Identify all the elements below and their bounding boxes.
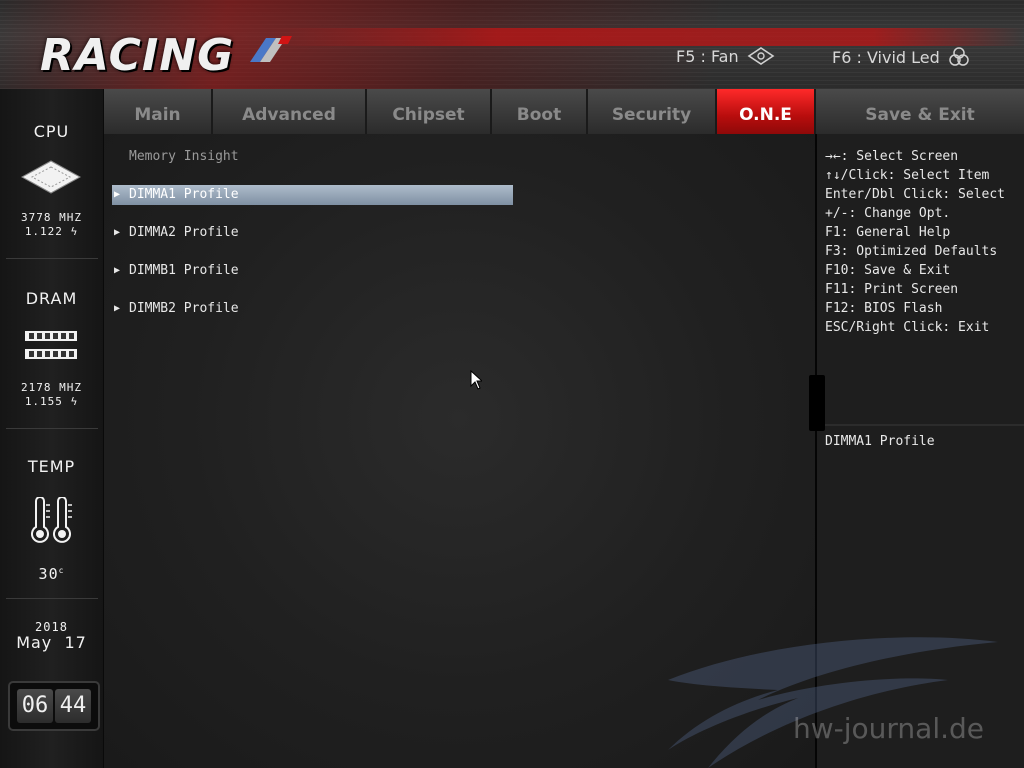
menu-item-dimmb2-profile[interactable]: ▶ DIMMB2 Profile [112,299,513,319]
dram-module-icon [25,331,77,359]
thermometer-icon [31,497,72,543]
tab-boot[interactable]: Boot [492,89,588,134]
dram-voltage: 1.155 ϟ [24,395,79,408]
header-red-bar [270,28,1024,46]
help-line-change-opt: +/-: Change Opt. [825,206,951,221]
cpu-chip-icon [20,160,82,194]
digital-clock: 06 44 [8,681,100,731]
dram-title: DRAM [25,289,78,308]
fan-icon [747,47,775,65]
menu-item-label: DIMMA2 Profile [129,225,239,240]
watermark-swoosh-logo [668,637,998,768]
help-line-exit: ESC/Right Click: Exit [825,320,990,335]
tab-save-exit[interactable]: Save & Exit [816,89,1024,134]
submenu-arrow-icon: ▶ [114,227,121,238]
racing-logo: RACING [40,30,235,81]
help-line-general-help: F1: General Help [825,225,951,240]
menu-item-dimma1-profile[interactable]: ▶ DIMMA1 Profile [112,185,513,205]
dram-frequency: 2178 MHZ [21,381,82,394]
f6-vivid-led-label: F6 : Vivid Led [832,47,940,67]
watermark-text: hw-journal.de [793,712,985,745]
clock-minutes: 44 [55,689,91,723]
lightning-icon: ϟ [70,395,79,408]
help-line-select: Enter/Dbl Click: Select [825,187,1006,202]
mouse-pointer-icon [470,370,482,390]
lightning-icon: ϟ [70,225,79,238]
tab-security[interactable]: Security [588,89,717,134]
temperature-value: 30c [38,565,65,583]
menu-item-dimma2-profile[interactable]: ▶ DIMMA2 Profile [112,223,513,243]
cpu-frequency: 3778 MHZ [21,211,82,224]
racing-x-badge-icon [250,36,292,62]
item-description: DIMMA1 Profile [825,434,935,449]
date-month-day: May 17 [16,633,87,652]
section-title: Memory Insight [129,149,239,164]
clock-hours: 06 [17,689,53,723]
menu-item-dimmb1-profile[interactable]: ▶ DIMMB1 Profile [112,261,513,281]
submenu-arrow-icon: ▶ [114,265,121,276]
panel-scroll-handle[interactable] [809,375,825,431]
menu-item-label: DIMMB1 Profile [129,263,239,278]
f5-fan-button[interactable]: F5 : Fan [676,46,775,66]
f5-fan-label: F5 : Fan [676,46,739,66]
tab-one[interactable]: O.N.E [717,89,816,134]
help-line-print-screen: F11: Print Screen [825,282,959,297]
sidebar-divider [6,598,98,599]
help-line-select-screen: →←: Select Screen [825,149,959,164]
help-line-optimized-defaults: F3: Optimized Defaults [825,244,998,259]
help-line-save-exit: F10: Save & Exit [825,263,951,278]
sidebar-divider [6,258,98,259]
system-status-sidebar: CPU 3778 MHZ 1.122 ϟ DRAM 2178 MHZ 1.155… [0,89,104,768]
tab-advanced[interactable]: Advanced [213,89,367,134]
help-line-bios-flash: F12: BIOS Flash [825,301,943,316]
tab-main[interactable]: Main [104,89,213,134]
submenu-arrow-icon: ▶ [114,303,121,314]
temp-title: TEMP [27,457,76,476]
led-icon [949,47,969,66]
menu-item-label: DIMMA1 Profile [129,187,239,202]
tab-chipset[interactable]: Chipset [367,89,492,134]
tab-bar: Main Advanced Chipset Boot Security O.N.… [104,89,1024,134]
f6-vivid-led-button[interactable]: F6 : Vivid Led [832,46,970,68]
date-year: 2018 [35,620,68,634]
submenu-arrow-icon: ▶ [114,189,121,200]
header-bar: RACING F5 : Fan F6 : Vivid Led [0,0,1024,89]
help-line-select-item: ↑↓/Click: Select Item [825,168,990,183]
menu-item-label: DIMMB2 Profile [129,301,239,316]
sidebar-divider [6,428,98,429]
cpu-title: CPU [33,122,70,141]
help-separator [817,424,1024,426]
cpu-voltage: 1.122 ϟ [24,225,79,238]
